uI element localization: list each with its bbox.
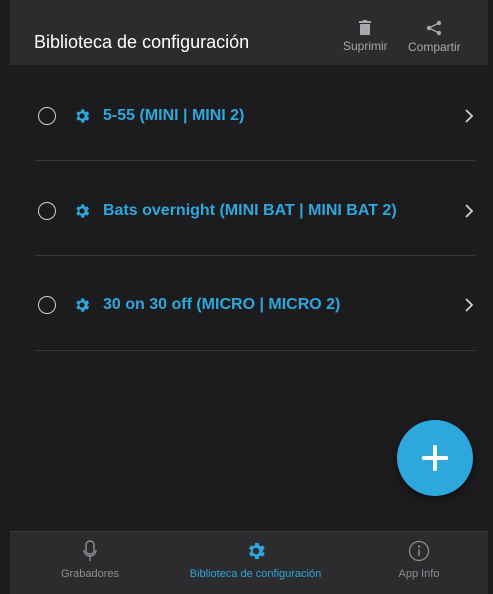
config-list: 5-55 (MINI | MINI 2) Bats overnight (MIN…	[10, 65, 488, 531]
gear-icon	[76, 297, 90, 312]
tab-library-label: Biblioteca de configuración	[189, 568, 322, 580]
chevron-right-icon	[465, 203, 474, 218]
gear-icon	[248, 542, 265, 560]
config-item[interactable]: Bats overnight (MINI BAT | MINI BAT 2)	[10, 163, 488, 258]
divider	[35, 160, 475, 161]
config-name: Bats overnight (MINI BAT | MINI BAT 2)	[103, 201, 397, 219]
divider	[35, 255, 475, 256]
tab-recorders-label: Grabadores	[60, 568, 120, 580]
tab-library[interactable]: Biblioteca de configuración	[173, 540, 338, 580]
tab-app-info[interactable]: App Info	[384, 540, 454, 580]
config-name: 5-55 (MINI | MINI 2)	[103, 106, 245, 124]
trash-icon	[359, 20, 372, 35]
tab-app-info-label: App Info	[398, 568, 440, 580]
divider	[35, 350, 475, 351]
share-icon	[427, 20, 442, 36]
top-bar: Biblioteca de configuración Suprimir Com…	[10, 0, 488, 65]
gear-icon	[76, 108, 90, 123]
gear-icon	[76, 203, 90, 218]
share-button[interactable]: Compartir	[408, 20, 461, 54]
select-radio[interactable]	[38, 295, 56, 314]
chevron-right-icon	[465, 297, 474, 312]
config-name: 30 on 30 off (MICRO | MICRO 2)	[103, 295, 341, 313]
add-config-button[interactable]	[397, 420, 473, 496]
page-title: Biblioteca de configuración	[34, 32, 250, 52]
chevron-right-icon	[465, 108, 474, 123]
config-item[interactable]: 5-55 (MINI | MINI 2)	[10, 68, 488, 163]
tab-bar: Grabadores Biblioteca de configuración A…	[10, 531, 488, 594]
select-radio[interactable]	[38, 106, 56, 125]
delete-button[interactable]: Suprimir	[343, 20, 388, 53]
config-item[interactable]: 30 on 30 off (MICRO | MICRO 2)	[10, 257, 488, 352]
share-label: Compartir	[408, 40, 461, 54]
delete-label: Suprimir	[343, 39, 388, 53]
select-radio[interactable]	[38, 201, 56, 220]
info-icon	[408, 540, 430, 562]
microphone-icon	[83, 540, 97, 561]
plus-icon	[422, 445, 448, 471]
tab-recorders[interactable]: Grabadores	[54, 540, 126, 580]
